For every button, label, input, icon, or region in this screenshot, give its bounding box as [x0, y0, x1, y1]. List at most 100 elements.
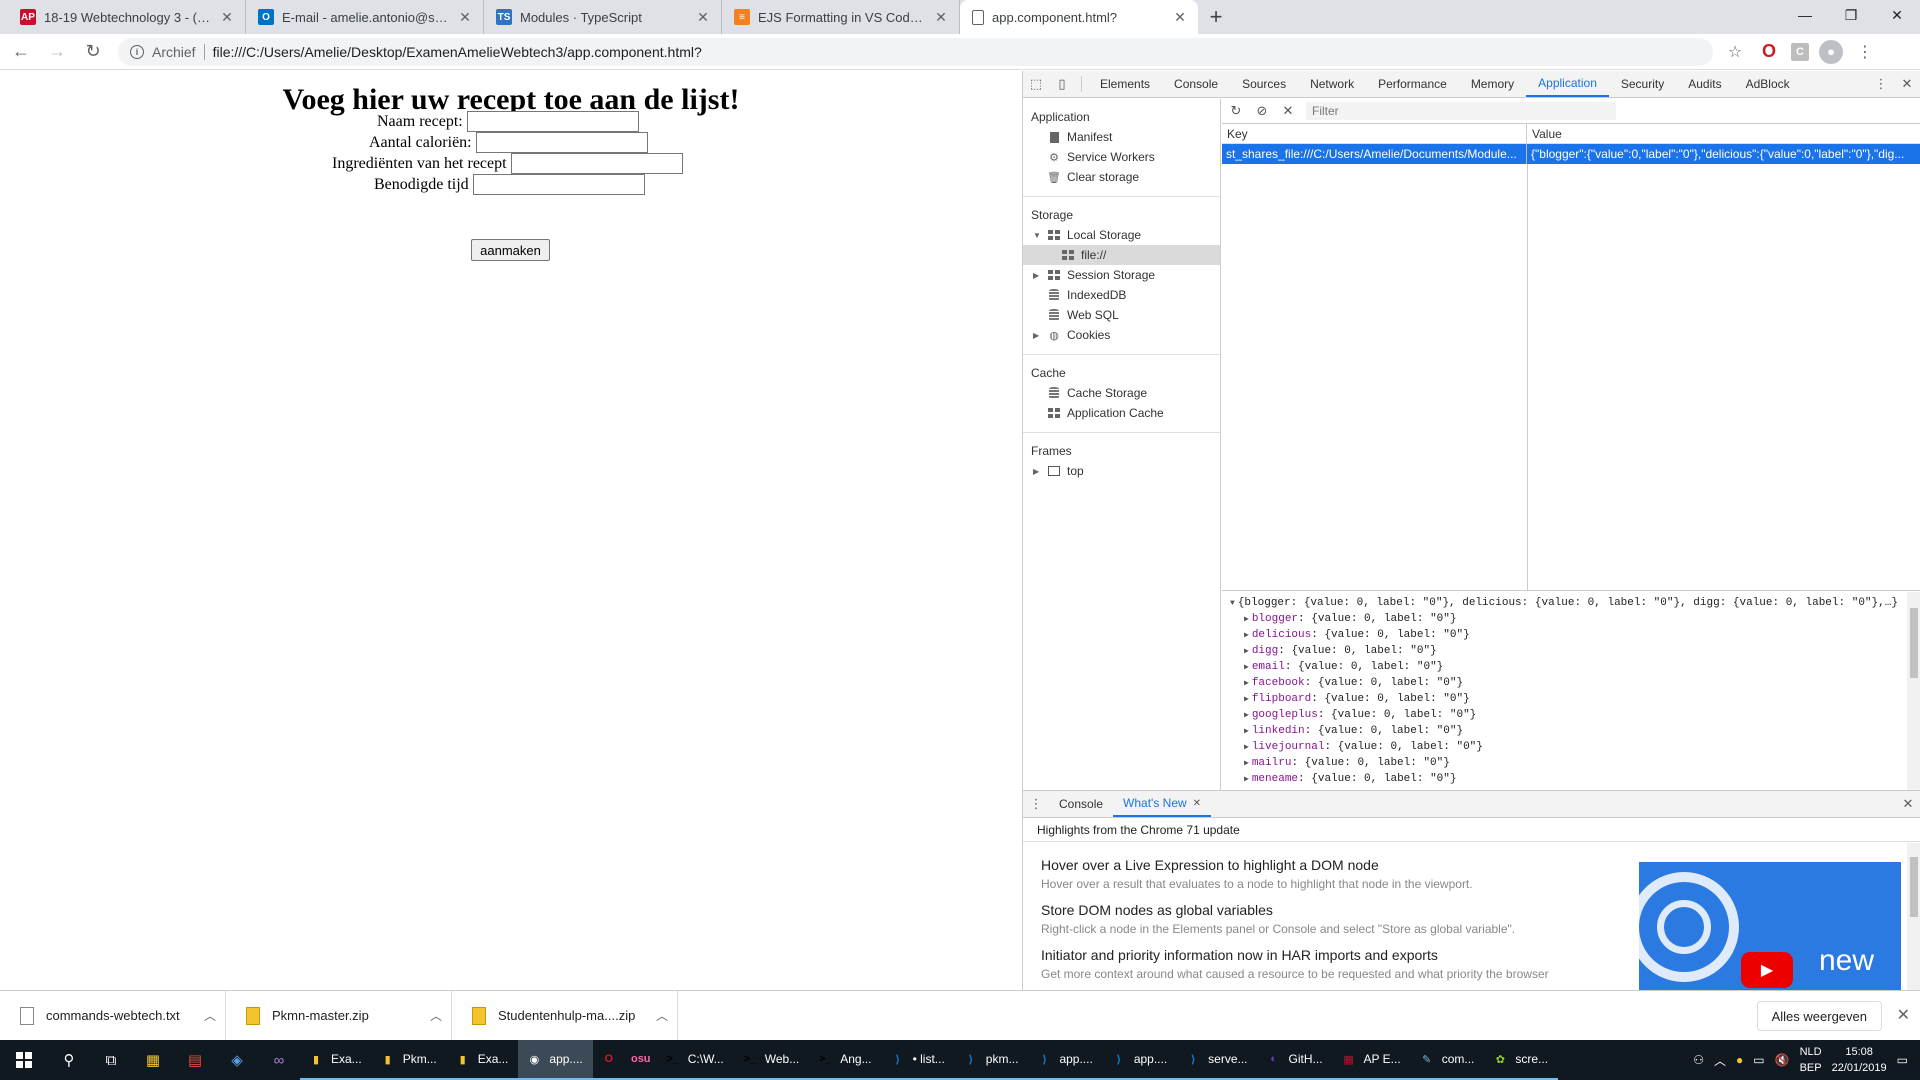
whats-new-item[interactable]: Initiator and priority information now i…	[1041, 947, 1549, 981]
close-icon[interactable]: ✕	[695, 9, 711, 26]
chevron-up-icon[interactable]: ︿	[421, 1007, 451, 1024]
minimize-button[interactable]: —	[1782, 0, 1828, 30]
taskbar-app[interactable]: ⟩ serve...	[1177, 1040, 1258, 1080]
devtools-tab-application[interactable]: Application	[1526, 71, 1609, 97]
back-button[interactable]: ←	[6, 37, 36, 67]
sidebar-item-websql[interactable]: Web SQL	[1023, 305, 1220, 325]
taskbar-app[interactable]: osu	[624, 1040, 657, 1080]
battery-icon[interactable]: ▭	[1753, 1053, 1764, 1067]
menu-kebab-icon[interactable]: ⋮	[1853, 40, 1877, 64]
sidebar-item-indexeddb[interactable]: IndexedDB	[1023, 285, 1220, 305]
preview-property[interactable]: ▶ blogger: {value: 0, label: "0"}	[1230, 611, 1920, 627]
visual-studio-icon[interactable]: ∞	[258, 1040, 300, 1080]
taskbar-app[interactable]: ⟩ • list...	[881, 1040, 955, 1080]
ingredienten-input[interactable]	[510, 153, 683, 174]
close-window-button[interactable]: ✕	[1874, 0, 1920, 30]
row-value-cell[interactable]: {"blogger":{"value":0,"label":"0"},"deli…	[1527, 144, 1920, 164]
browser-tab[interactable]: O E-mail - amelie.antonio@student ✕	[246, 0, 484, 34]
opera-extension-icon[interactable]: O	[1757, 40, 1781, 64]
expand-right-icon[interactable]: ▶	[1033, 271, 1039, 280]
sidebar-item-local-storage[interactable]: ▼ Local Storage	[1023, 225, 1220, 245]
column-header-value[interactable]: Value	[1527, 124, 1920, 143]
preview-property[interactable]: ▶ livejournal: {value: 0, label: "0"}	[1230, 739, 1920, 755]
calorieen-input[interactable]	[475, 132, 648, 153]
sidebar-item-service-workers[interactable]: ⚙ Service Workers	[1023, 147, 1220, 167]
new-tab-button[interactable]: +	[1198, 0, 1234, 34]
devtools-tab-security[interactable]: Security	[1609, 71, 1676, 97]
close-download-bar-icon[interactable]: ✕	[1897, 1005, 1910, 1025]
close-icon[interactable]: ✕	[219, 9, 235, 26]
tray-app-icon[interactable]: ●	[1736, 1053, 1743, 1067]
preview-scrollbar[interactable]	[1907, 592, 1920, 790]
row-key-cell[interactable]: st_shares_file:///C:/Users/Amelie/Docume…	[1222, 144, 1527, 164]
expand-right-icon[interactable]: ▶	[1033, 331, 1039, 340]
whats-new-scrollbar[interactable]	[1907, 843, 1920, 990]
drawer-tab-console[interactable]: Console	[1049, 791, 1113, 817]
maximize-button[interactable]: ❐	[1828, 0, 1874, 30]
browser-tab[interactable]: AP 18-19 Webtechnology 3 - (AP-12 ✕	[8, 0, 246, 34]
info-icon[interactable]: i	[130, 44, 144, 59]
sidebar-item-cache-storage[interactable]: Cache Storage	[1023, 383, 1220, 403]
taskbar-app[interactable]: O	[592, 1040, 625, 1080]
drawer-close-icon[interactable]: ✕	[1895, 791, 1920, 817]
preview-summary[interactable]: ▼ {blogger: {value: 0, label: "0"}, delic…	[1230, 595, 1920, 611]
sidebar-item-clear-storage[interactable]: 🗑 Clear storage	[1023, 167, 1220, 187]
people-icon[interactable]: ⚇	[1693, 1053, 1704, 1067]
chevron-up-icon[interactable]: ︿	[647, 1007, 677, 1024]
close-icon[interactable]: ✕	[1172, 9, 1188, 26]
expand-right-icon[interactable]: ▶	[1244, 711, 1249, 720]
whats-new-item[interactable]: Hover over a Live Expression to highligh…	[1041, 857, 1473, 891]
sidebar-item-manifest[interactable]: Manifest	[1023, 127, 1220, 147]
task-view-icon[interactable]: ⧉	[90, 1040, 132, 1080]
taskbar-app[interactable]: ⟩ app....	[1028, 1040, 1103, 1080]
drawer-tab-whats-new[interactable]: What's New ✕	[1113, 791, 1212, 817]
chevron-up-icon[interactable]: ︿	[195, 1007, 225, 1024]
browser-tab[interactable]: ≡ EJS Formatting in VS Code - Stac ✕	[722, 0, 960, 34]
expand-right-icon[interactable]: ▶	[1244, 695, 1249, 704]
devtools-tab-sources[interactable]: Sources	[1230, 71, 1298, 97]
taskbar-app[interactable]: ▮ Exa...	[300, 1040, 372, 1080]
inspect-element-icon[interactable]: ⬚	[1023, 71, 1049, 97]
whats-new-video-thumbnail[interactable]: ▶ new	[1639, 862, 1901, 990]
whats-new-item[interactable]: Store DOM nodes as global variables Righ…	[1041, 902, 1515, 936]
taskbar-app[interactable]: ⟩ app....	[1102, 1040, 1178, 1080]
browser-tab-active[interactable]: app.component.html? ✕	[960, 0, 1198, 34]
expand-right-icon[interactable]: ▶	[1244, 759, 1249, 768]
preview-property[interactable]: ▶ googleplus: {value: 0, label: "0"}	[1230, 707, 1920, 723]
preview-property[interactable]: ▶ mailru: {value: 0, label: "0"}	[1230, 755, 1920, 771]
close-icon[interactable]: ✕	[457, 9, 473, 26]
taskbar-app[interactable]: ✿ scre...	[1484, 1040, 1559, 1080]
preview-property[interactable]: ▶ meneame: {value: 0, label: "0"}	[1230, 771, 1920, 787]
taskbar-app[interactable]: ◐ GitH...	[1257, 1040, 1333, 1080]
pinned-app-icon[interactable]: ▦	[132, 1040, 174, 1080]
start-button[interactable]	[0, 1040, 48, 1080]
taskbar-app[interactable]: ◉ app....	[518, 1040, 593, 1080]
clear-all-icon[interactable]: ⊘	[1254, 103, 1270, 119]
address-bar[interactable]: i Archief file:///C:/Users/Amelie/Deskto…	[118, 37, 1713, 66]
pinned-app-icon[interactable]: ▤	[174, 1040, 216, 1080]
table-row[interactable]: st_shares_file:///C:/Users/Amelie/Docume…	[1222, 144, 1920, 164]
taskbar-app[interactable]: ▦ AP E...	[1332, 1040, 1411, 1080]
expand-down-icon[interactable]: ▼	[1230, 599, 1235, 608]
download-item[interactable]: commands-webtech.txt ︿	[0, 990, 226, 1041]
column-header-key[interactable]: Key	[1222, 124, 1527, 143]
taskbar-app[interactable]: ▮ Exa...	[446, 1040, 519, 1080]
delete-selected-icon[interactable]: ✕	[1280, 103, 1296, 119]
devtools-menu-icon[interactable]: ⋮	[1868, 71, 1894, 97]
devtools-tab-elements[interactable]: Elements	[1088, 71, 1162, 97]
taskbar-app[interactable]: >_ C:\W...	[656, 1040, 734, 1080]
taskbar-app[interactable]: >_ Ang...	[809, 1040, 882, 1080]
taskbar-app[interactable]: ✎ com...	[1410, 1040, 1485, 1080]
forward-button[interactable]: →	[42, 37, 72, 67]
devtools-tab-network[interactable]: Network	[1298, 71, 1366, 97]
preview-property[interactable]: ▶ email: {value: 0, label: "0"}	[1230, 659, 1920, 675]
address-url[interactable]: file:///C:/Users/Amelie/Desktop/ExamenAm…	[213, 44, 702, 60]
device-toolbar-icon[interactable]: ▯	[1049, 71, 1075, 97]
devtools-tab-console[interactable]: Console	[1162, 71, 1230, 97]
expand-right-icon[interactable]: ▶	[1244, 775, 1249, 784]
sidebar-item-application-cache[interactable]: Application Cache	[1023, 403, 1220, 423]
clock[interactable]: 15:08 22/01/2019	[1832, 1044, 1887, 1076]
devtools-tab-performance[interactable]: Performance	[1366, 71, 1459, 97]
taskbar-app[interactable]: ▮ Pkm...	[371, 1040, 447, 1080]
chevron-up-icon[interactable]: ︿	[1714, 1052, 1726, 1069]
